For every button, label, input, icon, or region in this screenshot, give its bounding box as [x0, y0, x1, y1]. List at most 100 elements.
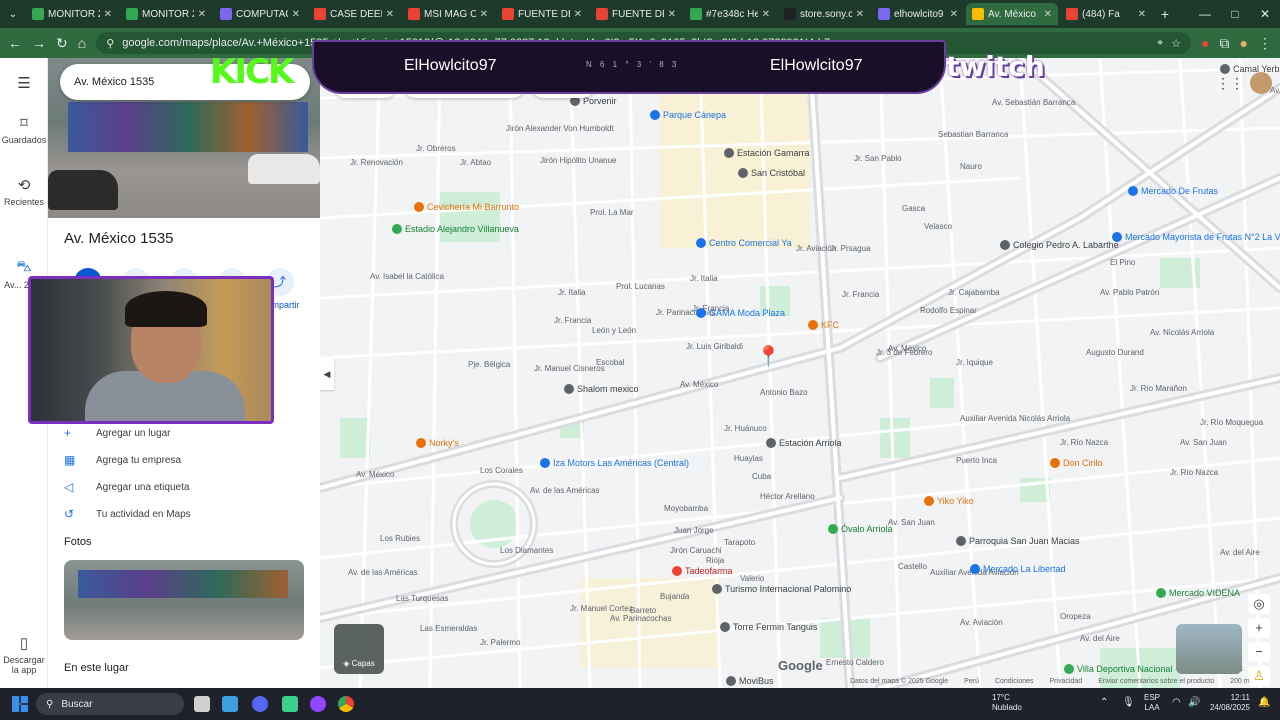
map-canvas[interactable]: Av. MéxicoAv. MéxicoAv. MéxicoAv. México… — [320, 58, 1280, 688]
taskbar-search[interactable]: ⚲ Buscar — [36, 693, 184, 715]
zoom-in-button[interactable]: + — [1248, 618, 1270, 638]
browser-tab[interactable]: MSI MAG C ✕ — [402, 3, 494, 25]
tab-strip-menu[interactable]: ⌄ — [2, 3, 24, 25]
add-label-item[interactable]: ◁ Agregar una etiqueta — [64, 480, 189, 494]
poi-marker[interactable]: Parroquia San Juan Macias — [956, 536, 1080, 546]
app-icon[interactable] — [282, 696, 298, 712]
tab-close-icon[interactable]: ✕ — [1138, 9, 1146, 20]
tab-close-icon[interactable]: ✕ — [856, 9, 864, 20]
my-location-icon[interactable]: ◎ — [1248, 594, 1270, 614]
close-window-icon[interactable]: ✕ — [1250, 7, 1280, 21]
tab-close-icon[interactable]: ✕ — [574, 9, 582, 20]
poi-marker[interactable]: Estación Arriola — [766, 438, 842, 448]
browser-tab[interactable]: Av. México ✕ — [966, 3, 1058, 25]
tab-close-icon[interactable]: ✕ — [386, 9, 394, 20]
extensions-puzzle-icon[interactable]: ⧉ — [1220, 35, 1230, 52]
location-icon[interactable]: ⌖ — [1157, 37, 1163, 50]
poi-marker[interactable]: Parque Cánepa — [650, 110, 726, 120]
poi-marker[interactable]: GAMA Moda Plaza — [696, 308, 785, 318]
task-view-icon[interactable] — [194, 696, 210, 712]
avatar[interactable] — [1250, 72, 1272, 94]
tab-close-icon[interactable]: ✕ — [104, 9, 112, 20]
browser-tab[interactable]: CASE DEEPC ✕ — [308, 3, 400, 25]
back-icon[interactable]: ← — [8, 35, 22, 51]
poi-marker[interactable]: Torre Fermin Tanguis — [720, 622, 817, 632]
browser-tab[interactable]: COMPUTACI ✕ — [214, 3, 306, 25]
start-button[interactable] — [12, 696, 28, 712]
layers-button[interactable]: ◈ Capas — [334, 624, 384, 674]
scale-label[interactable]: 200 m — [1230, 678, 1249, 685]
poi-marker[interactable]: Óvalo Arriola — [828, 524, 893, 534]
poi-marker[interactable]: Colegio Pedro A. Labarthe — [1000, 240, 1119, 250]
privacy-link[interactable]: Privacidad — [1050, 678, 1083, 685]
forward-icon[interactable]: → — [32, 35, 46, 51]
browser-tab[interactable]: (484) Fa ✕ — [1060, 3, 1152, 25]
bookmark-star-icon[interactable]: ☆ — [1171, 37, 1181, 50]
poi-marker[interactable]: Estación Gamarra — [724, 148, 810, 158]
site-info-icon[interactable]: ⚲ — [106, 37, 114, 50]
tray-chevron-icon[interactable]: ⌃ — [1100, 697, 1108, 708]
minimize-icon[interactable]: — — [1190, 7, 1220, 21]
country-link[interactable]: Perú — [964, 678, 979, 685]
discord-icon[interactable] — [252, 696, 268, 712]
tab-close-icon[interactable]: ✕ — [480, 9, 488, 20]
profile-avatar-icon[interactable]: ● — [1240, 35, 1248, 51]
poi-marker[interactable]: Norky's — [416, 438, 459, 448]
poi-marker[interactable]: Yiko Yiko — [924, 496, 974, 506]
add-business-item[interactable]: ▦ Agrega tu empresa — [64, 453, 181, 467]
maps-activity-item[interactable]: ↺ Tu actividad en Maps — [64, 507, 191, 521]
menu-button[interactable]: ☰ — [0, 74, 48, 95]
language-indicator[interactable]: ESP LAA — [1144, 693, 1160, 713]
browser-tab[interactable]: FUENTE DE ✕ — [590, 3, 682, 25]
new-tab-button[interactable]: + — [1154, 3, 1176, 25]
feedback-link[interactable]: Enviar comentarios sobre el producto — [1098, 678, 1214, 685]
poi-marker[interactable]: San Cristóbal — [738, 168, 805, 178]
poi-marker[interactable]: KFC — [808, 320, 839, 330]
wifi-icon[interactable]: ◠ — [1172, 697, 1181, 708]
poi-marker[interactable]: Don Cirilo — [1050, 458, 1103, 468]
add-place-item[interactable]: + Agregar un lugar — [64, 426, 171, 440]
poi-marker[interactable]: Mercado VIDENA — [1156, 588, 1240, 598]
location-pin-icon[interactable]: 📍 — [756, 344, 781, 369]
twitch-app-icon[interactable] — [310, 696, 326, 712]
maximize-icon[interactable]: □ — [1220, 7, 1250, 21]
home-icon[interactable]: ⌂ — [78, 35, 86, 51]
notifications-icon[interactable]: 🔔 — [1258, 697, 1270, 708]
poi-marker[interactable]: Villa Deportiva Nacional — [1064, 664, 1172, 674]
browser-tab[interactable]: #7e348c He ✕ — [684, 3, 776, 25]
reload-icon[interactable]: ↻ — [56, 35, 68, 52]
tab-close-icon[interactable]: ✕ — [1044, 9, 1052, 20]
browser-menu-icon[interactable]: ⋮ — [1258, 35, 1272, 52]
collapse-panel-button[interactable]: ◀ — [320, 358, 334, 390]
poi-marker[interactable]: Turismo Internacional Palomino — [712, 584, 851, 594]
tab-close-icon[interactable]: ✕ — [198, 9, 206, 20]
tab-close-icon[interactable]: ✕ — [762, 9, 770, 20]
apps-grid-icon[interactable]: ⋮⋮ — [1216, 75, 1244, 92]
poi-marker[interactable]: Centro Comercial Ya — [696, 238, 792, 248]
tab-close-icon[interactable]: ✕ — [950, 9, 958, 20]
browser-tab[interactable]: store.sony.c ✕ — [778, 3, 870, 25]
browser-tab[interactable]: elhowlcito9 ✕ — [872, 3, 964, 25]
extension-icon[interactable]: ● — [1201, 35, 1209, 51]
browser-tab[interactable]: MONITOR 2 ✕ — [26, 3, 118, 25]
system-clock[interactable]: 12:11 24/08/2025 — [1206, 693, 1250, 713]
volume-icon[interactable]: 🔊 — [1188, 697, 1200, 708]
poi-marker[interactable]: Mercado Mayorista de Frutas N°2 La Victo… — [1112, 232, 1280, 242]
poi-marker[interactable]: Estadio Alejandro Villanueva — [392, 224, 519, 234]
poi-marker[interactable]: Iza Motors Las Américas (Central) — [540, 458, 689, 468]
download-app-button[interactable]: ▯ Descargar la app — [0, 634, 48, 675]
weather-widget[interactable]: 17°C Nublado — [992, 693, 1022, 713]
poi-marker[interactable]: Shalom mexico — [564, 384, 639, 394]
poi-marker[interactable]: Tadeofarma — [672, 566, 733, 576]
zoom-out-button[interactable]: − — [1248, 642, 1270, 662]
recent-button[interactable]: ⟲ Recientes — [0, 176, 48, 207]
saved-button[interactable]: ⌑ Guardados — [0, 114, 48, 145]
chrome-icon[interactable] — [338, 696, 354, 712]
tab-close-icon[interactable]: ✕ — [668, 9, 676, 20]
poi-marker[interactable]: Mercado La Libertad — [970, 564, 1066, 574]
pegman-icon[interactable]: ♙ — [1248, 666, 1270, 686]
poi-marker[interactable]: MoviBus — [726, 676, 774, 686]
tab-close-icon[interactable]: ✕ — [292, 9, 300, 20]
poi-marker[interactable]: Cevichería Mi Barrunto — [414, 202, 519, 212]
terms-link[interactable]: Condiciones — [995, 678, 1034, 685]
